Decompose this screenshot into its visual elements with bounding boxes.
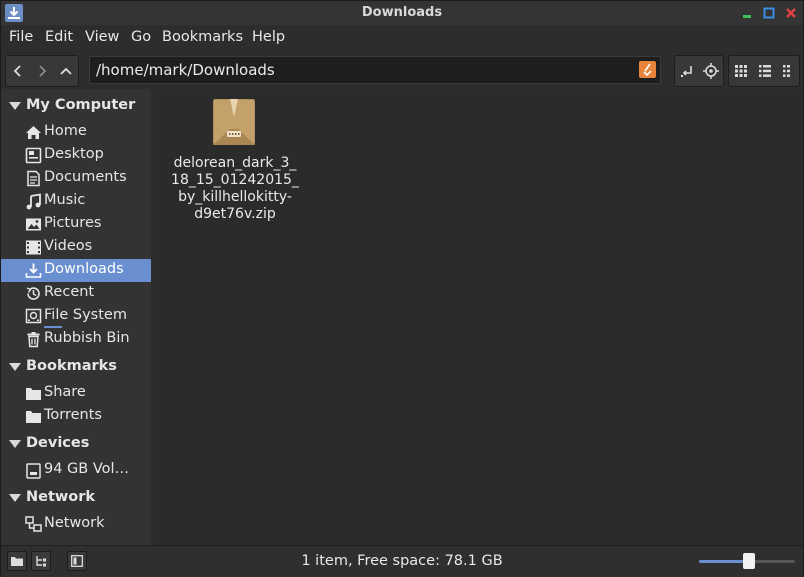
sidebar-item-torrents[interactable]: Torrents bbox=[1, 405, 151, 428]
sidebar-item-rubbish-bin[interactable]: Rubbish Bin bbox=[1, 328, 151, 351]
title-bar: Downloads bbox=[1, 1, 803, 25]
list-view-icon[interactable] bbox=[753, 56, 777, 86]
status-text: 1 item, Free space: 78.1 GB bbox=[301, 553, 503, 569]
expand-arrow-icon[interactable] bbox=[9, 440, 21, 448]
sidebar-item-music[interactable]: Music bbox=[1, 190, 151, 213]
music-icon bbox=[26, 193, 41, 210]
sidebar-item-desktop[interactable]: Desktop bbox=[1, 144, 151, 167]
desktop-icon bbox=[25, 147, 42, 164]
location-bar[interactable]: /home/mark/Downloads bbox=[89, 56, 661, 84]
window-title: Downloads bbox=[361, 5, 443, 20]
minimize-icon[interactable] bbox=[740, 5, 754, 19]
drive-icon bbox=[26, 463, 41, 479]
videos-icon bbox=[26, 240, 41, 255]
menu-bookmarks[interactable]: Bookmarks bbox=[162, 29, 243, 45]
file-name[interactable]: delorean_dark_3_18_15_01242015_by_killhe… bbox=[171, 155, 299, 223]
recent-icon bbox=[26, 287, 40, 300]
up-icon[interactable] bbox=[54, 56, 78, 86]
view-mode-buttons bbox=[728, 55, 800, 87]
file-manager-window: Downloads File Edit View Go Bookmarks He… bbox=[0, 0, 804, 577]
folder-icon bbox=[26, 411, 41, 423]
sidebar-item-volume[interactable]: 94 GB Vol… bbox=[1, 459, 151, 482]
icon-view-icon[interactable] bbox=[729, 56, 753, 86]
sidebar-item-documents[interactable]: Documents bbox=[1, 167, 151, 190]
compact-view-icon[interactable] bbox=[777, 56, 801, 86]
menu-help[interactable]: Help bbox=[252, 29, 285, 45]
location-tools bbox=[674, 55, 724, 87]
zoom-slider-handle[interactable] bbox=[742, 553, 755, 569]
clear-location-icon[interactable] bbox=[639, 61, 656, 78]
menu-view[interactable]: View bbox=[85, 29, 119, 45]
sidebar-item-file-system[interactable]: File System bbox=[1, 305, 151, 328]
expand-arrow-icon[interactable] bbox=[9, 102, 21, 110]
back-icon[interactable] bbox=[6, 56, 30, 86]
menu-go[interactable]: Go bbox=[131, 29, 151, 45]
menu-bar: File Edit View Go Bookmarks Help bbox=[1, 25, 803, 51]
zoom-slider-fill bbox=[699, 560, 749, 563]
toggle-location-icon[interactable] bbox=[675, 56, 699, 86]
zoom-slider[interactable] bbox=[699, 553, 795, 569]
network-icon bbox=[25, 516, 42, 532]
zip-archive-icon[interactable] bbox=[213, 99, 255, 145]
location-path[interactable]: /home/mark/Downloads bbox=[96, 61, 275, 79]
expand-arrow-icon[interactable] bbox=[9, 363, 21, 371]
expand-arrow-icon[interactable] bbox=[9, 494, 21, 502]
status-bar: 1 item, Free space: 78.1 GB bbox=[1, 545, 803, 577]
forward-icon[interactable] bbox=[30, 56, 54, 86]
sidebar-item-downloads[interactable]: Downloads bbox=[1, 259, 151, 282]
file-system-icon bbox=[25, 308, 42, 324]
navigation-buttons bbox=[5, 55, 79, 87]
menu-file[interactable]: File bbox=[9, 29, 33, 45]
maximize-icon[interactable] bbox=[762, 5, 776, 19]
sidebar-item-pictures[interactable]: Pictures bbox=[1, 213, 151, 236]
pictures-icon bbox=[26, 218, 41, 231]
sidebar-item-network[interactable]: Network bbox=[1, 513, 151, 536]
locate-icon[interactable] bbox=[699, 56, 723, 86]
trash-icon bbox=[27, 332, 40, 348]
close-icon[interactable] bbox=[784, 5, 798, 19]
toolbar: /home/mark/Downloads bbox=[1, 51, 803, 89]
sidebar-item-share[interactable]: Share bbox=[1, 382, 151, 405]
sidebar-item-home[interactable]: Home bbox=[1, 121, 151, 144]
sidebar-item-recent[interactable]: Recent bbox=[1, 282, 151, 305]
sidebar-item-videos[interactable]: Videos bbox=[1, 236, 151, 259]
menu-edit[interactable]: Edit bbox=[45, 29, 73, 45]
folder-icon bbox=[26, 388, 41, 400]
documents-icon bbox=[27, 170, 40, 187]
downloads-icon bbox=[25, 263, 42, 278]
home-icon bbox=[26, 126, 41, 139]
file-view[interactable]: delorean_dark_3_18_15_01242015_by_killhe… bbox=[153, 89, 803, 545]
places-sidebar: My Computer Home Desktop Documents Music… bbox=[1, 89, 151, 545]
